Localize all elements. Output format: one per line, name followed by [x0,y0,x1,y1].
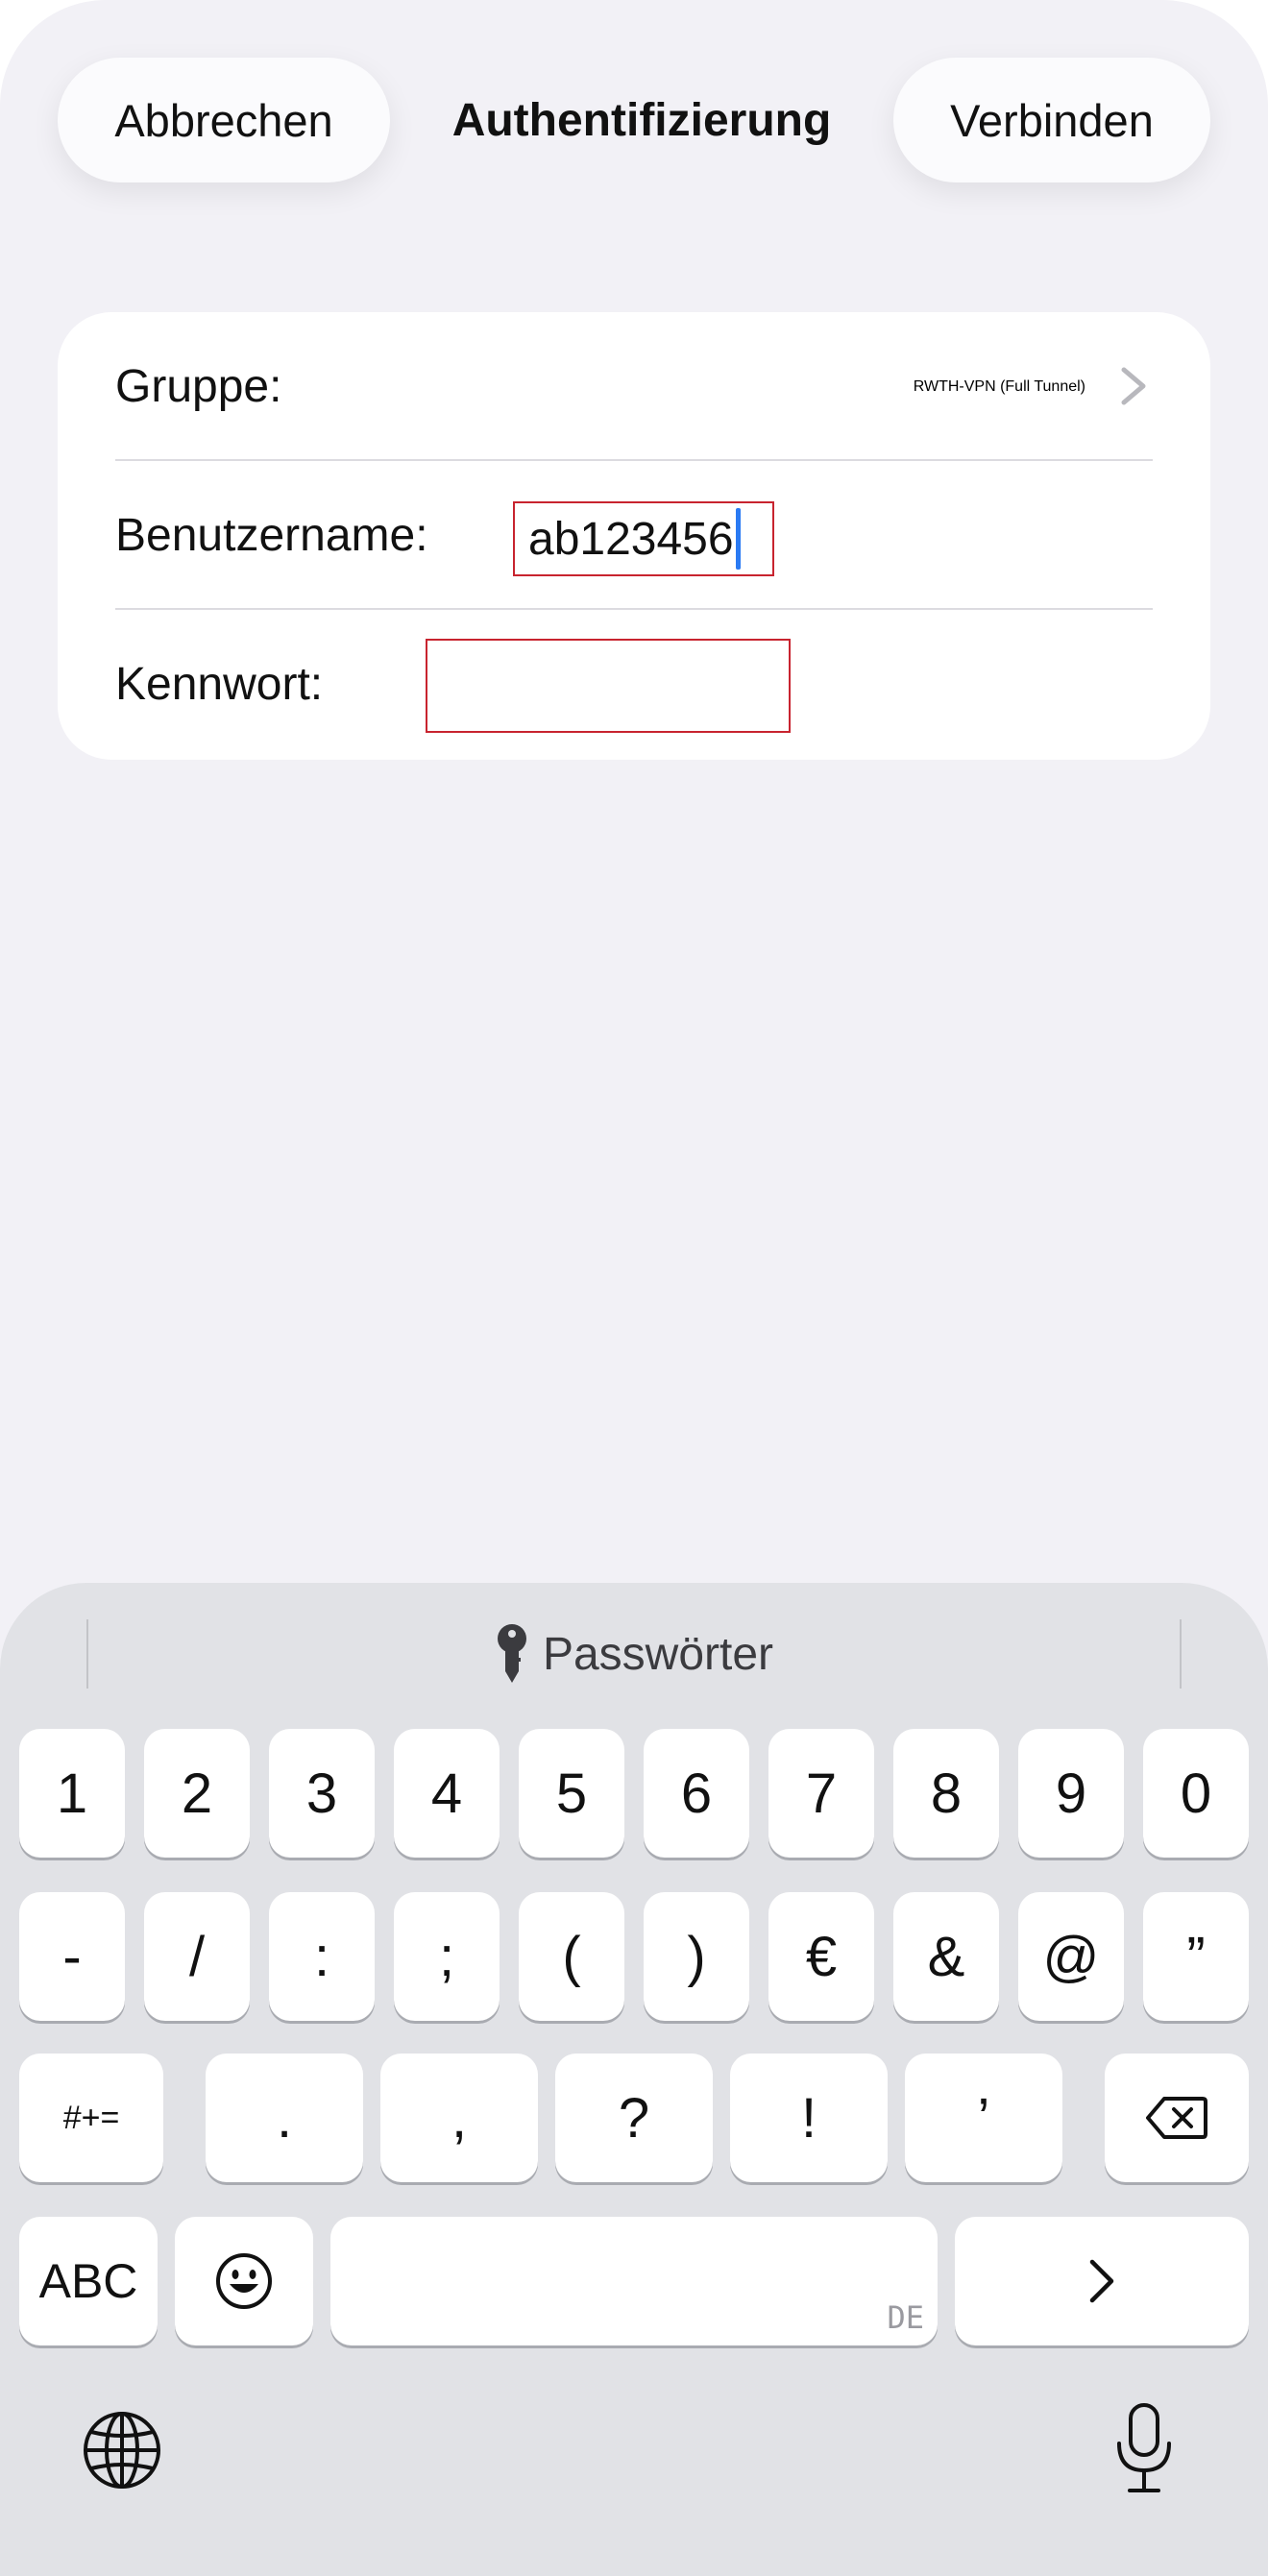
connect-button-label: Verbinden [950,94,1154,146]
key-question[interactable]: ? [555,2054,713,2182]
key-abc[interactable]: ABC [19,2217,158,2345]
key-4[interactable]: 4 [394,1729,500,1858]
key-ampersand[interactable]: & [893,1892,999,2021]
key-9[interactable]: 9 [1018,1729,1124,1858]
key-open-paren[interactable]: ( [519,1892,624,2021]
username-label: Benutzername: [115,510,428,561]
chevron-right-icon [1089,2259,1114,2303]
space-key[interactable]: DE [330,2217,938,2345]
emoji-icon [216,2253,272,2309]
space-language-label: DE [887,2299,924,2336]
key-symbols-toggle[interactable]: #+= [19,2054,163,2182]
password-field[interactable] [426,639,791,733]
cancel-button[interactable]: Abbrechen [58,58,390,182]
key-semicolon[interactable]: ; [394,1892,500,2021]
key-7[interactable]: 7 [768,1729,874,1858]
key-apostrophe[interactable]: ’ [905,2054,1062,2182]
group-value[interactable]: RWTH-VPN (Full Tunnel) [914,312,1085,461]
backspace-key[interactable] [1105,2054,1249,2182]
passwords-suggestion[interactable]: Passwörter [0,1617,1268,1690]
key-comma[interactable]: , [380,2054,538,2182]
key-6[interactable]: 6 [644,1729,749,1858]
password-label: Kennwort: [115,659,324,710]
group-label: Gruppe: [115,361,282,412]
key-close-paren[interactable]: ) [644,1892,749,2021]
key-slash[interactable]: / [144,1892,250,2021]
key-quote[interactable]: ” [1143,1892,1249,2021]
key-3[interactable]: 3 [269,1729,375,1858]
next-key[interactable] [955,2217,1249,2345]
username-value: ab123456 [528,513,734,565]
username-field[interactable]: ab123456 [513,501,774,576]
microphone-icon[interactable] [1114,2401,1174,2495]
text-caret [735,508,741,570]
auth-sheet: Abbrechen Authentifizierung Verbinden Gr… [0,0,1268,2576]
key-exclamation[interactable]: ! [730,2054,888,2182]
key-euro[interactable]: € [768,1892,874,2021]
password-row: Kennwort: [115,610,1210,759]
connect-button[interactable]: Verbinden [893,58,1210,182]
key-hyphen[interactable]: - [19,1892,125,2021]
key-icon [497,1624,526,1683]
key-at[interactable]: @ [1018,1892,1124,2021]
key-period[interactable]: . [206,2054,363,2182]
page-title: Authentifizierung [451,94,832,146]
key-colon[interactable]: : [269,1892,375,2021]
key-8[interactable]: 8 [893,1729,999,1858]
globe-icon[interactable] [81,2409,163,2491]
chevron-right-icon [1121,367,1146,405]
username-row: Benutzername: ab123456 [115,461,1210,610]
auth-form-card: Gruppe: RWTH-VPN (Full Tunnel) Benutzern… [58,312,1210,760]
emoji-key[interactable] [175,2217,313,2345]
key-2[interactable]: 2 [144,1729,250,1858]
delete-backward-icon [1146,2097,1207,2139]
key-0[interactable]: 0 [1143,1729,1249,1858]
cancel-button-label: Abbrechen [114,94,333,146]
passwords-label: Passwörter [542,1628,774,1680]
key-5[interactable]: 5 [519,1729,624,1858]
keyboard: Passwörter 1 2 3 4 5 6 7 8 9 0 - / : ; (… [0,1583,1268,2576]
key-1[interactable]: 1 [19,1729,125,1858]
